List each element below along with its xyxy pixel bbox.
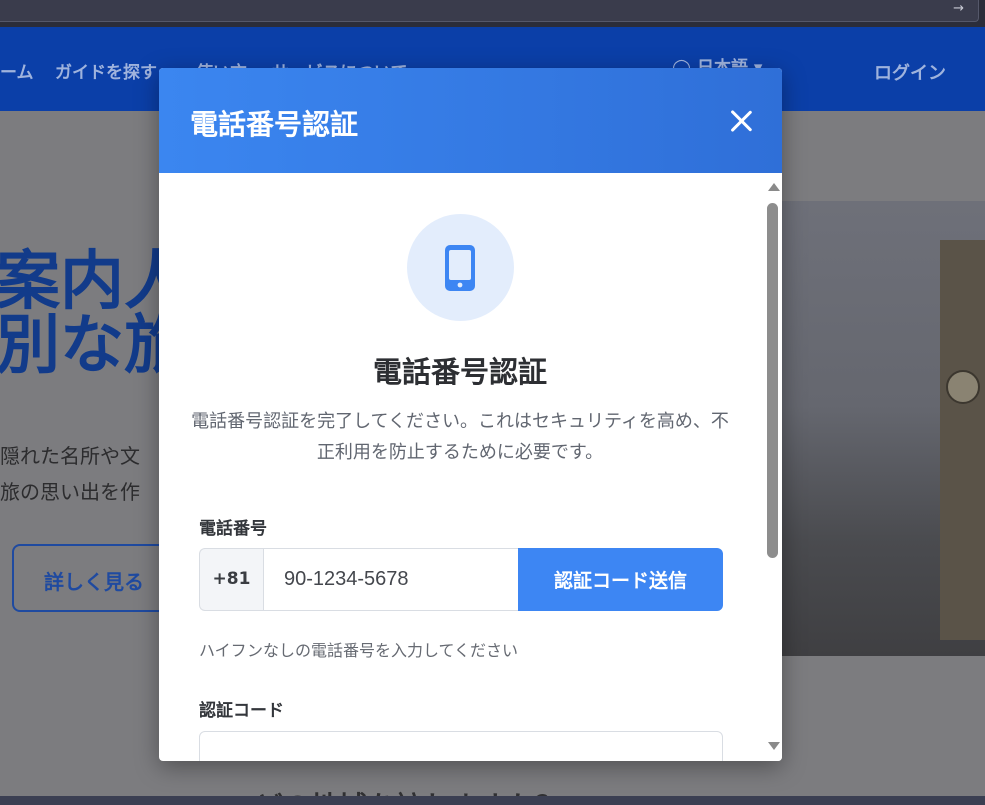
- bottom-strip: [0, 796, 985, 805]
- clock-tower-image: [940, 240, 985, 640]
- login-link[interactable]: ログイン: [874, 59, 946, 85]
- modal-scrollbar[interactable]: [763, 173, 782, 761]
- close-icon[interactable]: [725, 105, 757, 137]
- hero-subtitle-line-2: 旅の思い出を作: [0, 480, 140, 504]
- verification-heading: 電話番号認証: [372, 355, 547, 389]
- modal-header: 電話番号認証: [159, 68, 782, 173]
- verification-code-label: 認証コード: [199, 701, 284, 721]
- modal-body: 電話番号認証 電話番号認証を完了してください。これはセキュリティを高め、不正利用…: [159, 173, 782, 761]
- phone-icon-container: [407, 214, 514, 321]
- scroll-up-arrow-icon[interactable]: [768, 183, 780, 191]
- phone-number-input[interactable]: [263, 548, 519, 611]
- verification-description: 電話番号認証を完了してください。これはセキュリティを高め、不正利用を防止するため…: [191, 411, 729, 463]
- phone-verification-modal: 電話番号認証 電話番号認証 電話番号認証を完了してください。これはセキュリティを…: [159, 68, 782, 761]
- nav-item-find-guides[interactable]: ガイドを探す: [55, 58, 157, 83]
- phone-number-label: 電話番号: [199, 519, 267, 539]
- scroll-down-arrow-icon[interactable]: [768, 742, 780, 750]
- scrollbar-thumb[interactable]: [767, 203, 778, 558]
- hero-subtitle: 隠れた名所や文 旅の思い出を作: [0, 438, 140, 510]
- clock-face: [946, 370, 980, 404]
- browser-toolbar: →: [0, 0, 985, 27]
- nav-item-home[interactable]: ーム: [0, 58, 34, 83]
- phone-number-row: +81 認証コード送信: [199, 548, 723, 611]
- hero-subtitle-line-1: 隠れた名所や文: [0, 444, 140, 468]
- modal-title: 電話番号認証: [190, 108, 359, 141]
- arrow-right-icon[interactable]: →: [953, 1, 964, 16]
- verification-code-input[interactable]: [199, 731, 723, 761]
- phone-number-hint: ハイフンなしの電話番号を入力してください: [199, 641, 519, 660]
- country-code: +81: [199, 548, 263, 611]
- url-bar[interactable]: →: [0, 0, 979, 22]
- send-code-button[interactable]: 認証コード送信: [518, 548, 723, 611]
- smartphone-icon: [445, 245, 475, 291]
